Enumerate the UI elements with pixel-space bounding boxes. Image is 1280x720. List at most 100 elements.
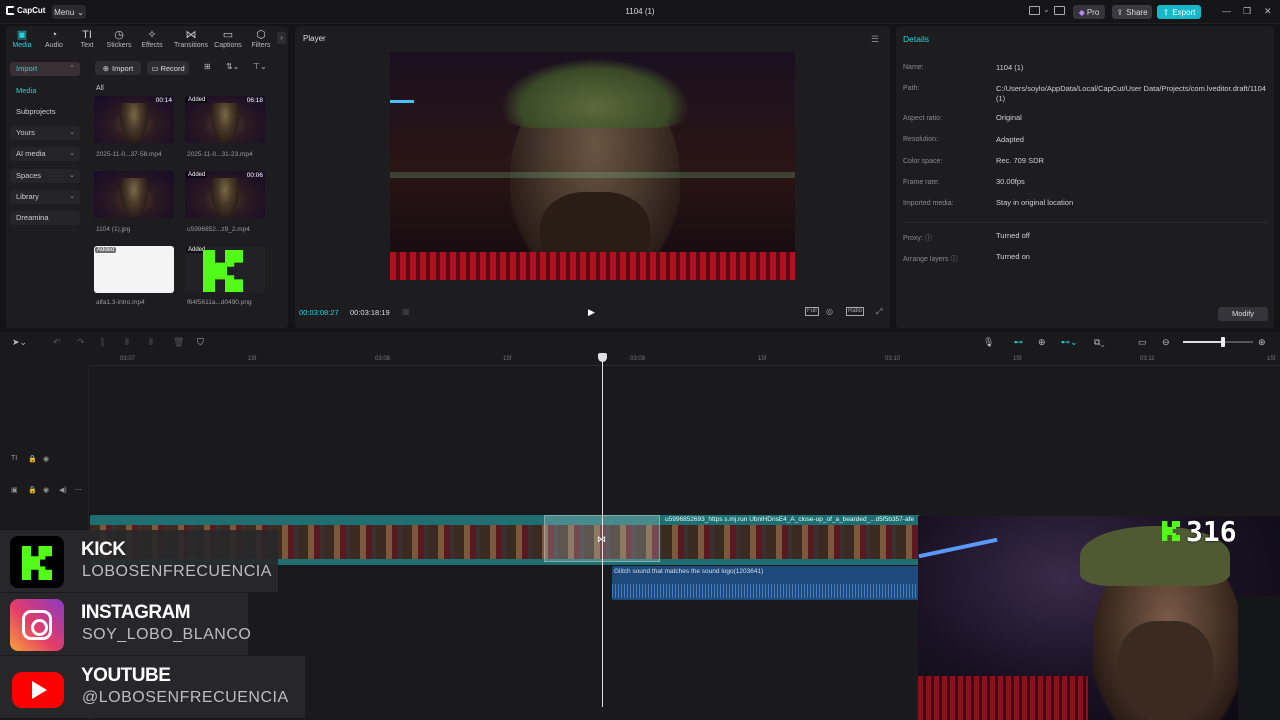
eye-icon[interactable]: ◉ bbox=[43, 486, 49, 494]
media-thumb-4[interactable]: Added 00:06 bbox=[185, 171, 265, 218]
filters-icon: ⬡ bbox=[256, 29, 266, 41]
trim-right-icon[interactable]: ⦀ bbox=[149, 337, 153, 348]
sidebar-item-import[interactable]: Import ⌃ bbox=[10, 62, 80, 76]
import-button[interactable]: ⊕ Import bbox=[95, 61, 141, 75]
media-thumb-3[interactable] bbox=[94, 171, 174, 218]
webcam-light-bar bbox=[918, 537, 998, 559]
sidebar-item-subprojects[interactable]: Subprojects bbox=[10, 105, 80, 119]
select-tool-icon[interactable]: ➤⌄ bbox=[12, 337, 27, 348]
all-label: All bbox=[96, 85, 104, 92]
ratio-button[interactable]: Ratio bbox=[846, 307, 865, 316]
undo-icon[interactable]: ↶ bbox=[53, 337, 61, 348]
zoom-slider[interactable] bbox=[1183, 341, 1253, 343]
export-button[interactable]: ⇧ Export bbox=[1157, 5, 1201, 19]
full-quality-button[interactable]: Full bbox=[805, 307, 819, 316]
ruler bbox=[90, 365, 1280, 366]
detail-key-color-space: Color space: bbox=[903, 158, 943, 165]
auto-snap-icon[interactable]: ⊕ bbox=[1038, 337, 1046, 348]
playhead[interactable] bbox=[602, 357, 603, 707]
linkage-icon[interactable]: ⊷⌄ bbox=[1061, 337, 1078, 348]
playhead-handle[interactable] bbox=[598, 353, 607, 362]
chevron-down-icon: ⌄ bbox=[69, 172, 75, 179]
shield-icon[interactable]: ⛉ bbox=[197, 337, 204, 348]
zoom-slider-handle[interactable] bbox=[1220, 337, 1225, 347]
tab-media[interactable]: ▣ Media bbox=[6, 29, 38, 49]
tab-effects[interactable]: ✧ Effects bbox=[136, 29, 168, 49]
eye-icon[interactable]: ◉ bbox=[43, 455, 49, 463]
zoom-out-icon[interactable]: ⊖ bbox=[1162, 337, 1170, 348]
webcam-red-lights bbox=[918, 676, 1088, 720]
sidebar-item-ai-media[interactable]: AI media ⌄ bbox=[10, 147, 80, 161]
media-thumb-6[interactable]: Added bbox=[185, 246, 265, 293]
media-thumb-1[interactable]: 00:14 bbox=[94, 96, 174, 143]
modify-button[interactable]: Modify bbox=[1218, 307, 1268, 321]
play-button[interactable]: ▶ bbox=[588, 307, 595, 318]
layout-icon[interactable] bbox=[1029, 6, 1040, 15]
filter-icon[interactable]: ⊤⌄ bbox=[253, 62, 267, 71]
share-button[interactable]: ⇪ Share bbox=[1112, 5, 1152, 19]
minimize-icon[interactable]: — bbox=[1222, 6, 1231, 16]
sidebar-item-dreamina[interactable]: Dreamina bbox=[10, 211, 80, 225]
pro-button[interactable]: ◆ Pro bbox=[1073, 5, 1105, 19]
added-badge: Added bbox=[95, 247, 117, 253]
speaker-icon[interactable]: ◀) bbox=[59, 486, 67, 494]
share-icon: ⇪ bbox=[1116, 7, 1124, 17]
restore-icon[interactable]: ❐ bbox=[1243, 6, 1251, 17]
grid-icon[interactable]: ▦ bbox=[402, 307, 410, 316]
ruler-tick: 15f bbox=[503, 356, 512, 362]
tab-stickers[interactable]: ◷ Stickers bbox=[103, 29, 135, 49]
record-button[interactable]: ▭ Record bbox=[147, 61, 189, 75]
more-icon[interactable]: ⋯ bbox=[75, 486, 82, 494]
video-preview[interactable] bbox=[390, 52, 795, 280]
grid-view-icon[interactable]: ⊞ bbox=[204, 62, 211, 71]
tab-filters[interactable]: ⬡ Filters bbox=[245, 29, 277, 49]
detail-key-arrange-layers: Arrange layers ⓘ bbox=[903, 254, 957, 264]
main-track-magnet-icon[interactable]: ⊷ bbox=[1014, 337, 1023, 348]
tab-audio[interactable]: ◔ Audio bbox=[38, 29, 70, 49]
snapshot-icon[interactable]: ◎ bbox=[826, 307, 833, 316]
detail-key-arrange-layers-text: Arrange layers bbox=[903, 256, 949, 263]
media-thumb-2[interactable]: Added 06:18 bbox=[185, 96, 265, 143]
sort-icon[interactable]: ⇅⌄ bbox=[226, 62, 239, 71]
lock-icon[interactable]: 🔒 bbox=[28, 455, 37, 463]
preview-cap bbox=[500, 58, 690, 128]
sidebar-item-spaces[interactable]: Spaces ⌄ bbox=[10, 169, 80, 183]
close-icon[interactable]: ✕ bbox=[1264, 6, 1272, 17]
social-handle: LOBOSENFRECUENCIA bbox=[82, 563, 272, 580]
social-card-kick: KICK LOBOSENFRECUENCIA bbox=[0, 530, 278, 592]
media-icon: ▣ bbox=[16, 29, 28, 41]
trim-left-icon[interactable]: ⦀ bbox=[125, 337, 129, 348]
redo-icon[interactable]: ↷ bbox=[77, 337, 85, 348]
captions-toggle-icon[interactable]: ▭ bbox=[1138, 337, 1147, 348]
lock-icon[interactable]: 🔒 bbox=[28, 486, 37, 494]
info-icon: ⓘ bbox=[924, 235, 932, 242]
media-name-1: 2025-11-0...37-58.mp4 bbox=[96, 151, 162, 158]
detail-key-proxy-text: Proxy: bbox=[903, 235, 923, 242]
social-card-instagram: INSTAGRAM SOY_LOBO_BLANCO bbox=[0, 593, 252, 655]
tab-transitions[interactable]: ⋈ Transitions bbox=[173, 29, 209, 49]
sidebar-item-yours[interactable]: Yours ⌄ bbox=[10, 126, 80, 140]
layout-dropdown-icon[interactable]: ⌄ bbox=[1043, 5, 1050, 14]
tab-text[interactable]: TI Text bbox=[71, 29, 103, 49]
social-handle: SOY_LOBO_BLANCO bbox=[82, 626, 252, 643]
microphone-icon[interactable]: 🎙 bbox=[983, 337, 994, 348]
social-card-youtube: YOUTUBE @LOBOSENFRECUENCIA bbox=[0, 656, 305, 718]
record-label: Record bbox=[160, 63, 185, 73]
zoom-in-icon[interactable]: ⊕ bbox=[1258, 337, 1266, 348]
shortcuts-icon[interactable] bbox=[1054, 6, 1065, 15]
sidebar-item-media[interactable]: Media bbox=[10, 84, 80, 98]
delete-icon[interactable]: 🗑 bbox=[173, 337, 184, 348]
total-time: 00:03:18:19 bbox=[350, 308, 390, 317]
instagram-icon bbox=[10, 599, 64, 651]
media-name-5: alfa1.3-intro.mp4 bbox=[96, 299, 145, 306]
hamburger-icon[interactable]: ☰ bbox=[871, 34, 879, 45]
media-thumb-5[interactable]: Added bbox=[94, 246, 174, 293]
fullscreen-icon[interactable]: ⤢ bbox=[876, 307, 882, 317]
webcam-chair bbox=[1238, 596, 1280, 720]
youtube-icon bbox=[10, 662, 64, 714]
sidebar-item-library[interactable]: Library ⌄ bbox=[10, 190, 80, 204]
preview-axis-icon[interactable]: ⧉⌄ bbox=[1094, 337, 1105, 348]
split-icon[interactable]: ⫿ bbox=[101, 337, 104, 348]
tabs-scroll-right-icon[interactable]: › bbox=[277, 32, 286, 44]
tab-captions[interactable]: ▭ Captions bbox=[211, 29, 245, 49]
